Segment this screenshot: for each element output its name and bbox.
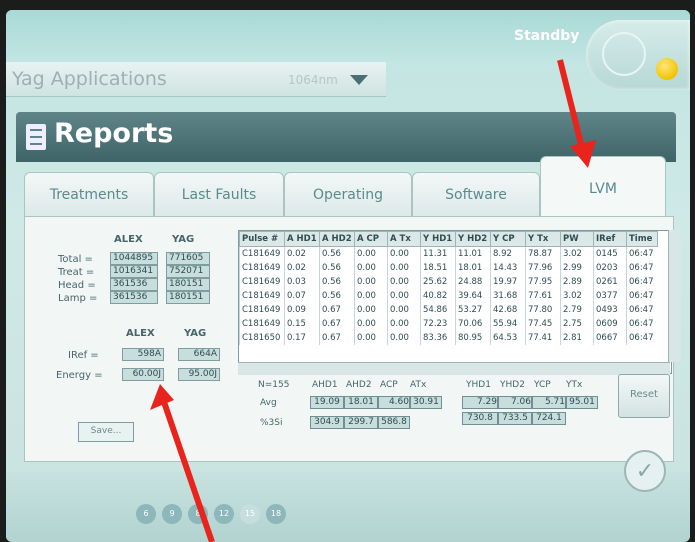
arrow-to-lvm-tab <box>557 59 596 168</box>
annotation-arrows <box>150 59 596 542</box>
arrow-to-energy <box>150 384 215 542</box>
